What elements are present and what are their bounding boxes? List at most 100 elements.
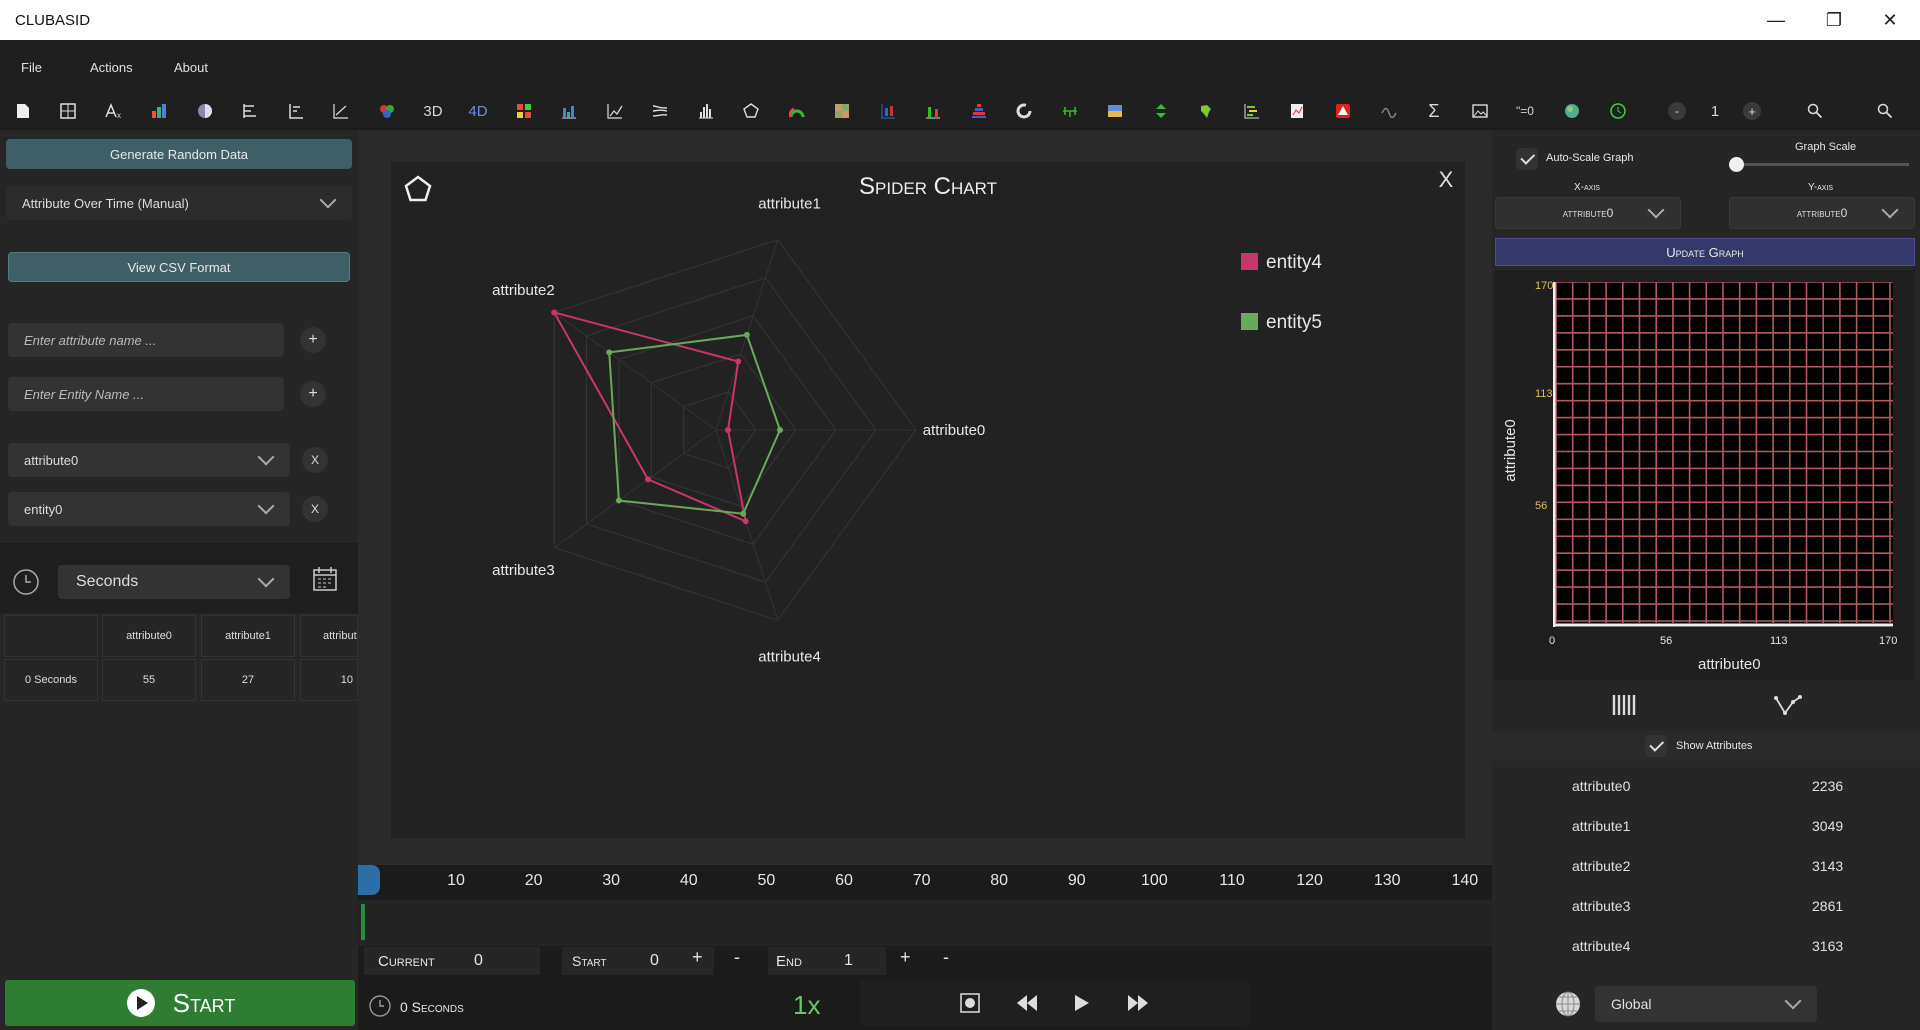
table-cell[interactable]: 27	[201, 659, 295, 701]
rewind-icon[interactable]	[1015, 993, 1039, 1018]
zoom-out-icon[interactable]	[1870, 94, 1900, 128]
timeline-chart-icon[interactable]	[1237, 94, 1267, 128]
show-attributes-checkbox[interactable]	[1645, 735, 1667, 757]
attribute-name-input[interactable]: Enter attribute name ...	[8, 323, 284, 357]
start-plus-button[interactable]: +	[692, 947, 703, 968]
end-plus-button[interactable]: +	[900, 947, 911, 968]
minimize-button[interactable]: —	[1748, 0, 1804, 40]
fast-forward-icon[interactable]	[1126, 993, 1150, 1018]
heatmap-icon[interactable]	[509, 94, 539, 128]
entity-select[interactable]: entity0	[8, 492, 290, 526]
stream-graph-icon[interactable]	[645, 94, 675, 128]
auto-scale-checkbox[interactable]	[1516, 148, 1538, 170]
table-header-attribute0[interactable]: attribute0	[102, 615, 196, 657]
gradient-map-icon[interactable]	[1100, 94, 1130, 128]
menu-about[interactable]: About	[174, 60, 208, 75]
current-value[interactable]: 0	[474, 952, 483, 970]
table-cell[interactable]: 55	[102, 659, 196, 701]
calendar-icon[interactable]	[312, 566, 338, 597]
show-attributes-label: Show Attributes	[1676, 740, 1753, 752]
axis-bars-icon[interactable]	[281, 94, 311, 128]
entity-name-input[interactable]: Enter Entity Name ...	[8, 377, 284, 411]
triangle-alert-icon[interactable]	[1328, 94, 1358, 128]
arc-icon[interactable]	[782, 94, 812, 128]
mosaic-icon[interactable]	[827, 94, 857, 128]
restore-button[interactable]: ❐	[1806, 0, 1862, 40]
box-plot-icon[interactable]	[873, 94, 903, 128]
sigma-icon[interactable]: Σ	[1419, 94, 1449, 128]
trend-line-icon[interactable]	[600, 94, 630, 128]
table-cell[interactable]: 10	[300, 659, 358, 701]
update-graph-button[interactable]: Update Graph	[1495, 238, 1915, 266]
bar-chart-icon[interactable]	[144, 94, 174, 128]
playback-speed[interactable]: 1x	[793, 990, 820, 1021]
mode-select[interactable]: Attribute Over Time (Manual)	[6, 186, 352, 220]
up-down-arrows-icon[interactable]	[1146, 94, 1176, 128]
x-axis-select[interactable]: attribute0	[1495, 197, 1681, 229]
end-minus-button[interactable]: -	[943, 947, 949, 968]
table-icon[interactable]	[53, 94, 83, 128]
horizontal-bars-icon[interactable]	[235, 94, 265, 128]
timeline-track[interactable]	[358, 900, 1492, 946]
menu-file[interactable]: File	[21, 60, 42, 75]
document-chart-icon[interactable]	[1282, 94, 1312, 128]
new-file-icon[interactable]	[8, 94, 38, 128]
close-window-button[interactable]: ✕	[1862, 0, 1918, 40]
pie-chart-icon[interactable]	[190, 94, 220, 128]
wave-icon[interactable]	[1374, 94, 1404, 128]
spider-chart-icon[interactable]	[736, 94, 766, 128]
table-header-corner	[4, 615, 98, 657]
bubble-chart-icon[interactable]	[372, 94, 402, 128]
y-axis-select[interactable]: attribute0	[1729, 197, 1915, 229]
view-csv-format-button[interactable]: View CSV Format	[8, 252, 350, 282]
equals-zero-button[interactable]: "=0	[1510, 94, 1540, 128]
menu-bar: File Actions About	[0, 40, 1920, 94]
clock-icon[interactable]	[12, 568, 40, 601]
scope-select[interactable]: Global	[1595, 986, 1817, 1022]
play-icon[interactable]	[1073, 993, 1091, 1018]
axis-spoke	[553, 312, 717, 431]
generate-random-data-button[interactable]: Generate Random Data	[6, 139, 352, 169]
attribute-select[interactable]: attribute0	[8, 443, 290, 477]
bars-view-icon[interactable]	[1612, 694, 1636, 721]
start-value[interactable]: 0	[650, 952, 659, 970]
candlestick-icon[interactable]	[918, 94, 948, 128]
zoom-minus-button[interactable]: -	[1662, 94, 1692, 128]
grouped-bar-icon[interactable]	[554, 94, 584, 128]
graph-scale-slider[interactable]	[1729, 157, 1909, 172]
africa-map-icon[interactable]	[1191, 94, 1221, 128]
scope-select-label: Global	[1611, 996, 1652, 1012]
start-minus-button[interactable]: -	[734, 947, 740, 968]
remove-entity-button[interactable]: X	[302, 496, 328, 522]
network-view-icon[interactable]	[1774, 694, 1802, 721]
table-header-attribute1[interactable]: attribute1	[201, 615, 295, 657]
four-d-button[interactable]: 4D	[463, 94, 493, 128]
start-button[interactable]: Start	[5, 980, 355, 1026]
add-attribute-button[interactable]: +	[300, 327, 326, 353]
add-entity-button[interactable]: +	[300, 381, 326, 407]
timeline-ticks: 0102030405060708090100110120130140	[358, 865, 1492, 898]
three-d-button[interactable]: 3D	[418, 94, 448, 128]
pyramid-icon[interactable]	[964, 94, 994, 128]
histogram-icon[interactable]	[691, 94, 721, 128]
chevron-down-icon	[1784, 992, 1802, 1010]
slider-handle[interactable]	[1729, 157, 1744, 172]
image-icon[interactable]	[1465, 94, 1495, 128]
timeline-tick: 10	[447, 872, 465, 889]
color-circle-icon[interactable]	[1557, 94, 1587, 128]
x-axis-select-label: attribute0	[1562, 206, 1614, 220]
table-header-attribute2[interactable]: attribute2	[300, 615, 358, 657]
menu-actions[interactable]: Actions	[90, 60, 133, 75]
range-icon[interactable]	[1055, 94, 1085, 128]
attribute-x-icon[interactable]: x	[99, 94, 129, 128]
clock-icon[interactable]	[1603, 94, 1633, 128]
end-value[interactable]: 1	[844, 952, 853, 970]
remove-attribute-button[interactable]: X	[302, 447, 328, 473]
timeline-tick: 60	[835, 872, 853, 889]
zoom-plus-button[interactable]: +	[1737, 94, 1767, 128]
record-icon[interactable]	[959, 992, 981, 1019]
time-unit-select[interactable]: Seconds	[58, 565, 290, 599]
zoom-in-icon[interactable]	[1800, 94, 1830, 128]
donut-icon[interactable]	[1009, 94, 1039, 128]
line-chart-icon[interactable]	[326, 94, 356, 128]
